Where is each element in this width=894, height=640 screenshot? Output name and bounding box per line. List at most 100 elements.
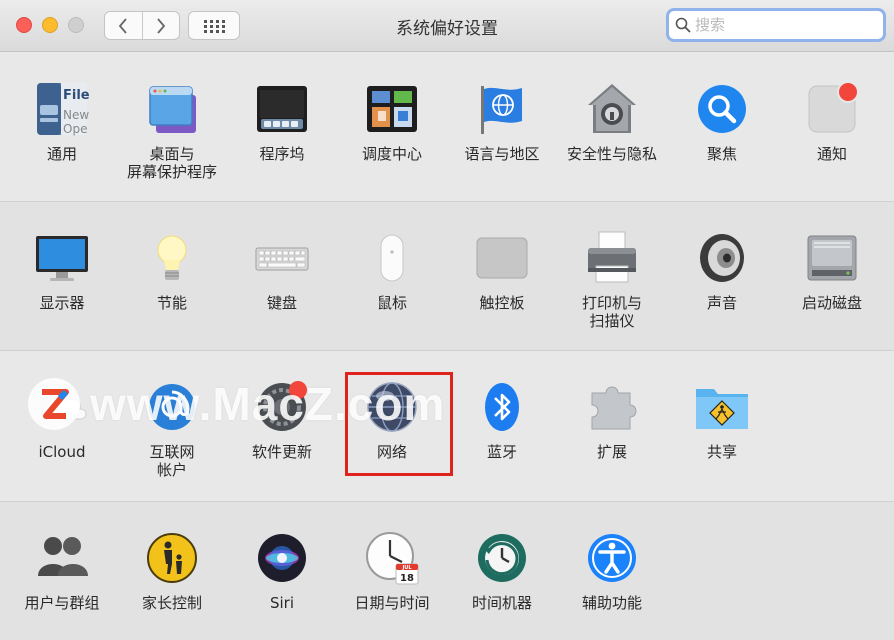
pref-label: 触控板 bbox=[479, 294, 525, 312]
pref-label: 互联网 帐户 bbox=[149, 443, 195, 479]
pref-notifications[interactable]: 通知 bbox=[777, 81, 887, 163]
pref-label: 键盘 bbox=[266, 294, 297, 312]
printers-scanners-icon bbox=[584, 230, 640, 286]
pref-users-groups[interactable]: 用户与群组 bbox=[7, 530, 117, 612]
pref-security-privacy[interactable]: 安全性与隐私 bbox=[557, 81, 667, 163]
pref-label: iCloud bbox=[38, 443, 86, 461]
pref-software-update[interactable]: 软件更新 bbox=[227, 379, 337, 461]
pref-extensions[interactable]: 扩展 bbox=[557, 379, 667, 461]
svg-text:Ope: Ope bbox=[63, 122, 87, 136]
mouse-icon bbox=[364, 230, 420, 286]
pref-label: 声音 bbox=[706, 294, 737, 312]
pref-label: 调度中心 bbox=[361, 145, 422, 163]
pref-parental-controls[interactable]: 家长控制 bbox=[117, 530, 227, 612]
pref-printers-scanners[interactable]: 打印机与 扫描仪 bbox=[557, 230, 667, 330]
pref-label: 通知 bbox=[816, 145, 847, 163]
pref-label: 共享 bbox=[706, 443, 737, 461]
pref-mission-control[interactable]: 调度中心 bbox=[337, 81, 447, 163]
users-groups-icon bbox=[34, 530, 90, 586]
pref-label: 安全性与隐私 bbox=[566, 145, 657, 163]
general-icon: File New Ope bbox=[34, 81, 90, 137]
pref-trackpad[interactable]: 触控板 bbox=[447, 230, 557, 312]
pref-language-region[interactable]: 语言与地区 bbox=[447, 81, 557, 163]
time-machine-icon bbox=[474, 530, 530, 586]
svg-text:File: File bbox=[63, 88, 90, 103]
minimize-window-button[interactable] bbox=[42, 17, 58, 33]
preference-row-system: 用户与群组 家长控制 Siri JUL 18 日期与时间 时间机器 辅助功能 bbox=[0, 501, 894, 640]
pref-dock[interactable]: 程序坞 bbox=[227, 81, 337, 163]
pref-spotlight[interactable]: 聚焦 bbox=[667, 81, 777, 163]
pref-internet-accounts[interactable]: 互联网 帐户 bbox=[117, 379, 227, 479]
siri-icon bbox=[254, 530, 310, 586]
pref-displays[interactable]: 显示器 bbox=[7, 230, 117, 312]
pref-bluetooth[interactable]: 蓝牙 bbox=[447, 379, 557, 461]
search-field[interactable] bbox=[666, 8, 886, 42]
pref-siri[interactable]: Siri bbox=[227, 530, 337, 612]
close-window-button[interactable] bbox=[16, 17, 32, 33]
network-icon bbox=[364, 379, 420, 435]
pref-label: 节能 bbox=[156, 294, 187, 312]
search-icon bbox=[675, 17, 691, 33]
pref-label: Siri bbox=[269, 594, 295, 612]
forward-button[interactable] bbox=[141, 12, 180, 39]
pref-network[interactable]: 网络 bbox=[337, 379, 447, 461]
sharing-icon bbox=[694, 379, 750, 435]
date-time-icon: JUL 18 bbox=[364, 530, 420, 586]
pref-icloud[interactable]: iCloud bbox=[7, 379, 117, 461]
displays-icon bbox=[34, 230, 90, 286]
spotlight-icon bbox=[694, 81, 750, 137]
pref-general[interactable]: File New Ope 通用 bbox=[7, 81, 117, 163]
show-all-button[interactable] bbox=[188, 11, 240, 40]
navigation-buttons bbox=[104, 11, 180, 40]
pref-label: 打印机与 扫描仪 bbox=[581, 294, 642, 330]
preference-row-personal: File New Ope 通用 桌面与 屏幕保护程序 程序坞 调度中心 语言与地… bbox=[0, 53, 894, 200]
pref-label: 时间机器 bbox=[471, 594, 532, 612]
zoom-window-button[interactable] bbox=[68, 17, 84, 33]
internet-accounts-icon bbox=[144, 379, 200, 435]
pref-time-machine[interactable]: 时间机器 bbox=[447, 530, 557, 612]
pref-label: 语言与地区 bbox=[464, 145, 540, 163]
search-input[interactable] bbox=[695, 16, 865, 34]
pref-label: 日期与时间 bbox=[354, 594, 430, 612]
pref-label: 蓝牙 bbox=[486, 443, 517, 461]
pref-keyboard[interactable]: 键盘 bbox=[227, 230, 337, 312]
back-button[interactable] bbox=[105, 12, 142, 39]
pref-startup-disk[interactable]: 启动磁盘 bbox=[777, 230, 887, 312]
sound-icon bbox=[694, 230, 750, 286]
pref-date-time[interactable]: JUL 18 日期与时间 bbox=[337, 530, 447, 612]
pref-label: 程序坞 bbox=[259, 145, 305, 163]
trackpad-icon bbox=[474, 230, 530, 286]
language-region-icon bbox=[474, 81, 530, 137]
energy-saver-icon bbox=[144, 230, 200, 286]
pref-sound[interactable]: 声音 bbox=[667, 230, 777, 312]
security-privacy-icon bbox=[584, 81, 640, 137]
accessibility-icon bbox=[584, 530, 640, 586]
mission-control-icon bbox=[364, 81, 420, 137]
chevron-left-icon bbox=[119, 17, 127, 34]
parental-controls-icon bbox=[144, 530, 200, 586]
svg-text:New: New bbox=[63, 108, 89, 122]
chevron-right-icon bbox=[157, 17, 165, 34]
keyboard-icon bbox=[254, 230, 310, 286]
preference-row-internet: iCloud 互联网 帐户 软件更新 网络 蓝牙 扩展 共享 bbox=[0, 350, 894, 501]
icloud-icon bbox=[34, 379, 90, 435]
pref-desktop-screensaver[interactable]: 桌面与 屏幕保护程序 bbox=[117, 81, 227, 181]
grid-icon bbox=[204, 19, 225, 33]
pref-label: 桌面与 屏幕保护程序 bbox=[126, 145, 217, 181]
pref-label: 聚焦 bbox=[706, 145, 737, 163]
svg-text:18: 18 bbox=[400, 573, 414, 584]
pref-label: 用户与群组 bbox=[24, 594, 100, 612]
window-toolbar: 系统偏好设置 bbox=[0, 0, 894, 52]
pref-label: 显示器 bbox=[39, 294, 85, 312]
pref-label: 家长控制 bbox=[141, 594, 202, 612]
extensions-icon bbox=[584, 379, 640, 435]
svg-text:JUL: JUL bbox=[401, 565, 412, 571]
dock-icon bbox=[254, 81, 310, 137]
pref-mouse[interactable]: 鼠标 bbox=[337, 230, 447, 312]
pref-sharing[interactable]: 共享 bbox=[667, 379, 777, 461]
pref-label: 启动磁盘 bbox=[801, 294, 862, 312]
preference-row-hardware: 显示器 节能 键盘 鼠标 触控板 打印机与 扫描仪 声音 启动磁盘 bbox=[0, 201, 894, 350]
pref-accessibility[interactable]: 辅助功能 bbox=[557, 530, 667, 612]
pref-energy-saver[interactable]: 节能 bbox=[117, 230, 227, 312]
bluetooth-icon bbox=[474, 379, 530, 435]
